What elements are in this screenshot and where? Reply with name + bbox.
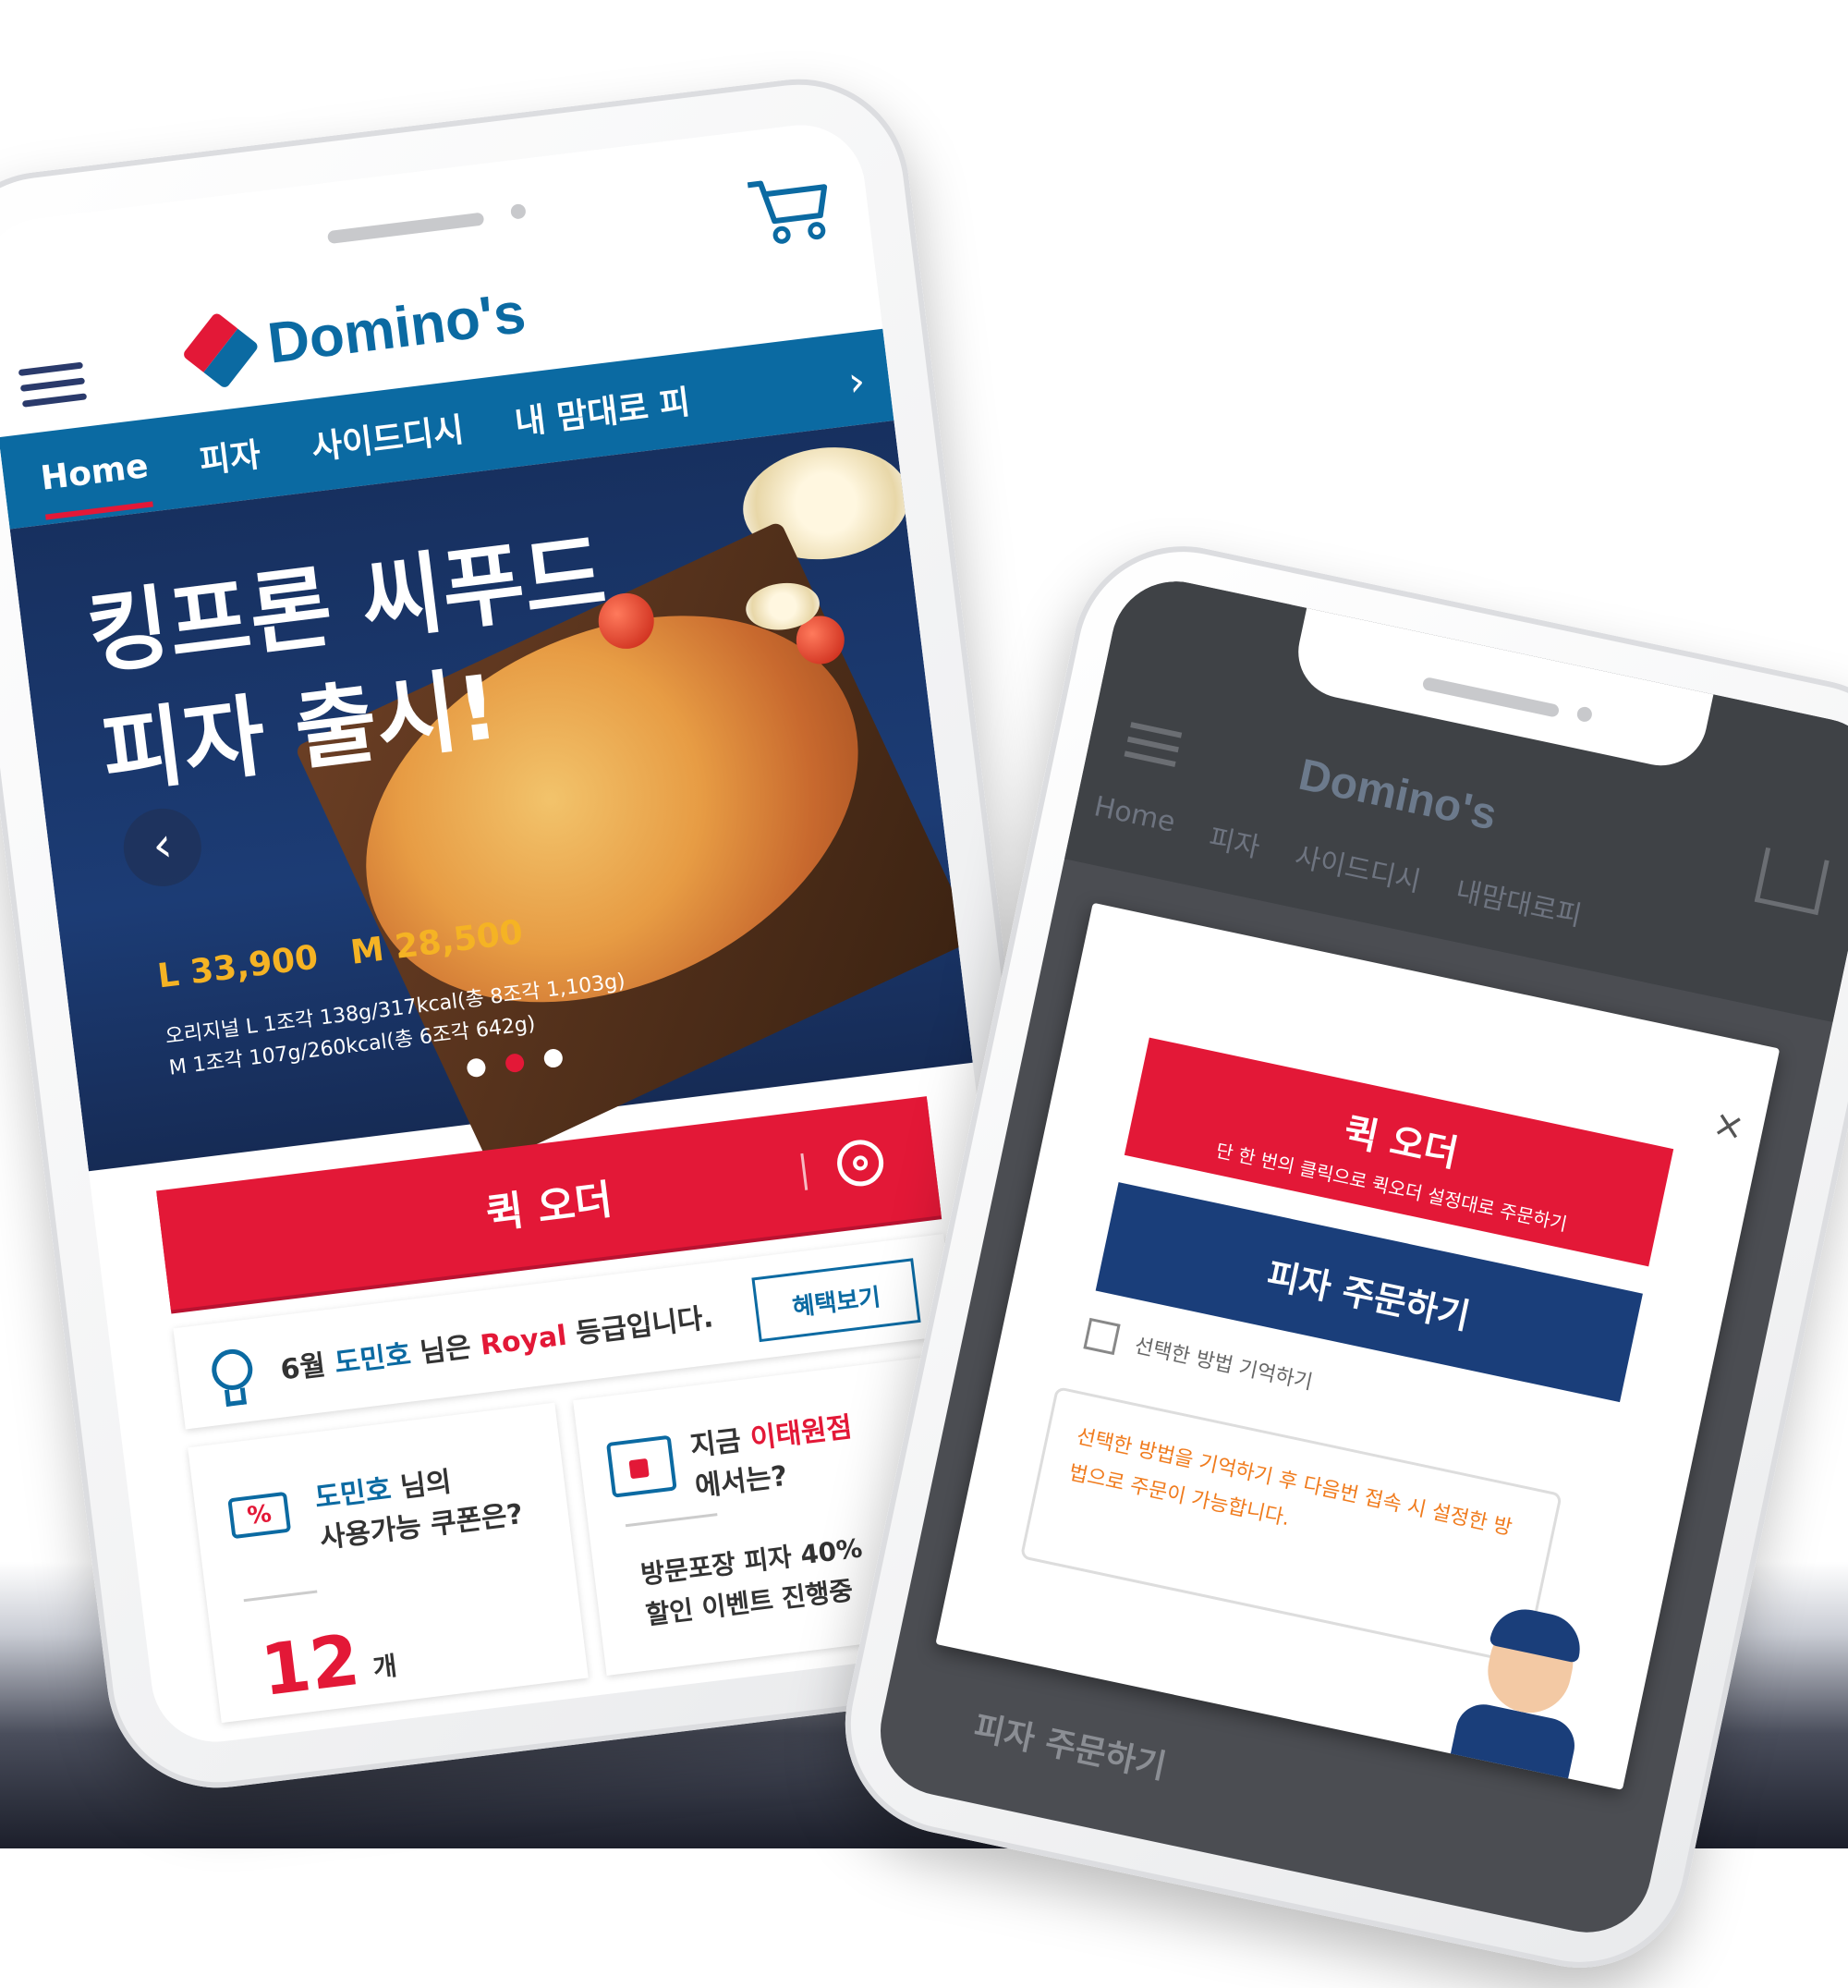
grade-text: 6월 도민호 님은 Royal 등급입니다.: [278, 1294, 715, 1387]
tab-home: Home: [1090, 790, 1178, 839]
dimmed-nav: Home 피자 사이드디시 내맘대로피: [1089, 790, 1586, 933]
domino-tile-icon: [181, 311, 260, 389]
medal-icon: [209, 1347, 255, 1393]
cart-icon[interactable]: [743, 168, 834, 251]
store-question: 지금 이태원점 에서는?: [688, 1408, 859, 1508]
grade-suffix: 등급입니다.: [574, 1301, 715, 1351]
divider: [800, 1153, 808, 1190]
speaker: [1421, 676, 1561, 718]
coupon-user-name: 도민호: [312, 1473, 394, 1515]
carousel-prev-button[interactable]: ‹: [119, 804, 206, 891]
coupon-line1-suffix: 님의: [398, 1466, 454, 1505]
gear-icon[interactable]: [834, 1137, 886, 1189]
hamburger-icon: [1122, 713, 1184, 775]
store-event-text: 방문포장 피자 40% 할인 이벤트 진행중: [638, 1528, 869, 1636]
quick-order-label: 퀵 오더: [483, 1176, 615, 1238]
view-benefits-button[interactable]: 혜택보기: [751, 1258, 921, 1343]
logo-text: Domino's: [1295, 750, 1502, 840]
tab-pizza: 피자: [1206, 822, 1263, 865]
cart-icon: [1754, 847, 1830, 916]
tab-pizza[interactable]: 피자: [197, 428, 263, 483]
coupon-card[interactable]: % 도민호 님의 사용가능 쿠폰은? 12 개: [188, 1402, 589, 1724]
tab-side-dish: 사이드디시: [1292, 840, 1424, 899]
checkbox-box[interactable]: [1083, 1317, 1121, 1356]
order-type-modal: × 퀵 오더 단 한 번의 클릭으로 퀵오더 설정대로 주문하기 피자 주문하기…: [935, 902, 1781, 1790]
phone-secondary-screen: Domino's Home 피자 사이드디시 내맘대로피 × 퀵 오더 단 한 …: [868, 569, 1848, 1945]
logo-text: Domino's: [264, 281, 529, 376]
speaker: [326, 212, 485, 245]
store-name: 이태원점: [748, 1410, 855, 1456]
phone-main-screen: Domino's Home 피자 사이드디시 내 맘대로 피 › 킹프론 씨푸드…: [0, 117, 1044, 1750]
tab-my-pizza[interactable]: 내 맘대로 피: [512, 375, 693, 445]
chevron-right-icon[interactable]: ›: [845, 358, 868, 407]
tab-home[interactable]: Home: [39, 446, 151, 497]
tab-my-pizza: 내맘대로피: [1453, 874, 1585, 933]
divider: [625, 1513, 718, 1528]
close-icon[interactable]: ×: [1709, 1102, 1748, 1150]
remember-label: 선택한 방법 기억하기: [1132, 1334, 1315, 1396]
coupon-icon: %: [227, 1491, 292, 1540]
carousel-dot[interactable]: [542, 1047, 564, 1069]
store-icon: [605, 1434, 677, 1498]
price-large: L 33,900: [155, 938, 321, 996]
dimmed-order-text: 피자 주문하기: [970, 1708, 1170, 1787]
grade-mid: 님은: [418, 1331, 473, 1370]
coupon-count: 12: [256, 1617, 364, 1713]
grade-month: 6월: [278, 1348, 328, 1387]
hero-banner[interactable]: 킹프론 씨푸드 피자 출시! ‹ L 33,900 M 28,500 오리지널 …: [9, 420, 976, 1172]
dominos-logo[interactable]: Domino's: [181, 280, 529, 389]
grade-level: Royal: [478, 1319, 569, 1362]
camera: [1575, 705, 1594, 724]
coupon-unit: 개: [371, 1650, 399, 1684]
hamburger-icon[interactable]: [17, 353, 88, 416]
store-line1-prefix: 지금: [688, 1424, 744, 1463]
grade-user-name: 도민호: [333, 1338, 413, 1381]
tab-side-dish[interactable]: 사이드디시: [309, 403, 467, 470]
camera: [509, 202, 527, 220]
carousel-dot-active[interactable]: [504, 1053, 526, 1074]
carousel-dot[interactable]: [466, 1057, 487, 1079]
coupon-question: 도민호 님의 사용가능 쿠폰은?: [312, 1454, 525, 1559]
divider: [243, 1590, 318, 1603]
